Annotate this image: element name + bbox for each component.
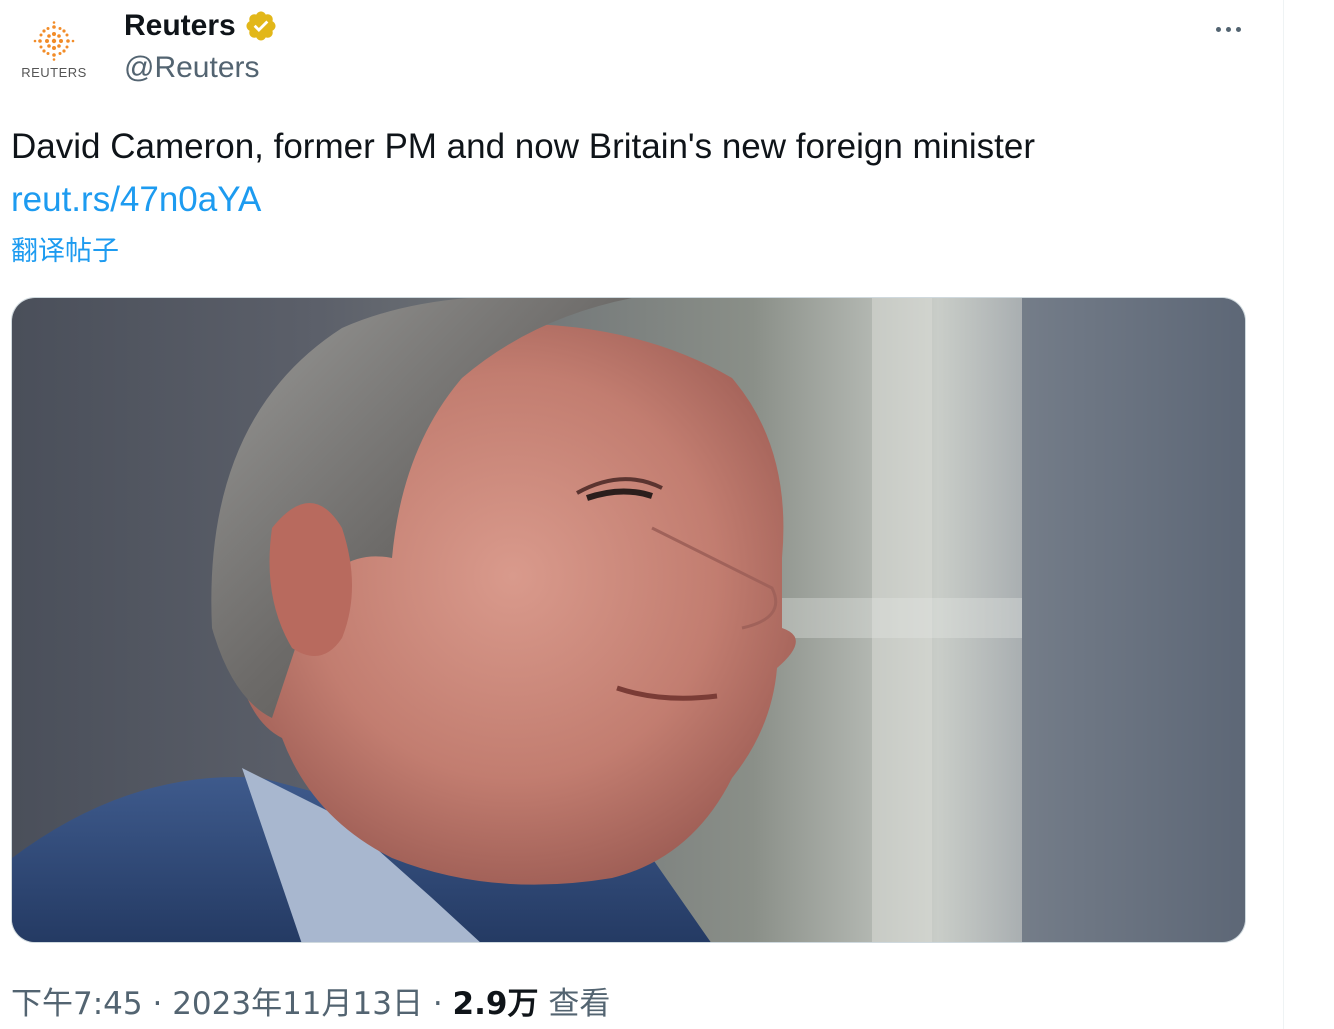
- display-name-row: Reuters: [124, 10, 278, 42]
- views-count: 2.9万: [452, 986, 539, 1022]
- more-options-button[interactable]: [1208, 14, 1248, 44]
- more-horizontal-icon: [1225, 26, 1231, 32]
- photo-illustration: [12, 298, 1245, 942]
- avatar[interactable]: REUTERS: [12, 8, 96, 92]
- tweet-metadata: 下午7:45 · 2023年11月13日 · 2.9万 查看: [11, 985, 610, 1023]
- verified-badge-icon[interactable]: [244, 9, 278, 43]
- tweet-header: REUTERS Reuters @Reuters: [12, 8, 1262, 92]
- translate-post-button[interactable]: 翻译帖子: [11, 236, 119, 268]
- more-horizontal-icon: [1235, 26, 1241, 32]
- avatar-label: REUTERS: [21, 64, 87, 80]
- tweet-time-text: 下午7:45: [11, 986, 143, 1022]
- reuters-logo-icon: [33, 20, 75, 61]
- author-handle[interactable]: @Reuters: [124, 52, 278, 84]
- meta-separator: ·: [142, 986, 173, 1022]
- views-label: 查看: [538, 986, 611, 1022]
- tweet-date: 2023年11月13日: [172, 986, 423, 1022]
- meta-separator: ·: [422, 986, 453, 1022]
- tweet-text: David Cameron, former PM and now Britain…: [11, 127, 1036, 166]
- display-name[interactable]: Reuters: [124, 10, 236, 42]
- tweet-time[interactable]: 下午7:45 · 2023年11月13日: [11, 986, 423, 1022]
- column-divider: [1283, 0, 1284, 1029]
- more-horizontal-icon: [1215, 26, 1221, 32]
- tweet-photo[interactable]: [11, 297, 1246, 943]
- tweet-link[interactable]: reut.rs/47n0aYA: [11, 179, 261, 221]
- views-stat[interactable]: 2.9万 查看: [453, 986, 611, 1022]
- author-names: Reuters @Reuters: [124, 10, 278, 84]
